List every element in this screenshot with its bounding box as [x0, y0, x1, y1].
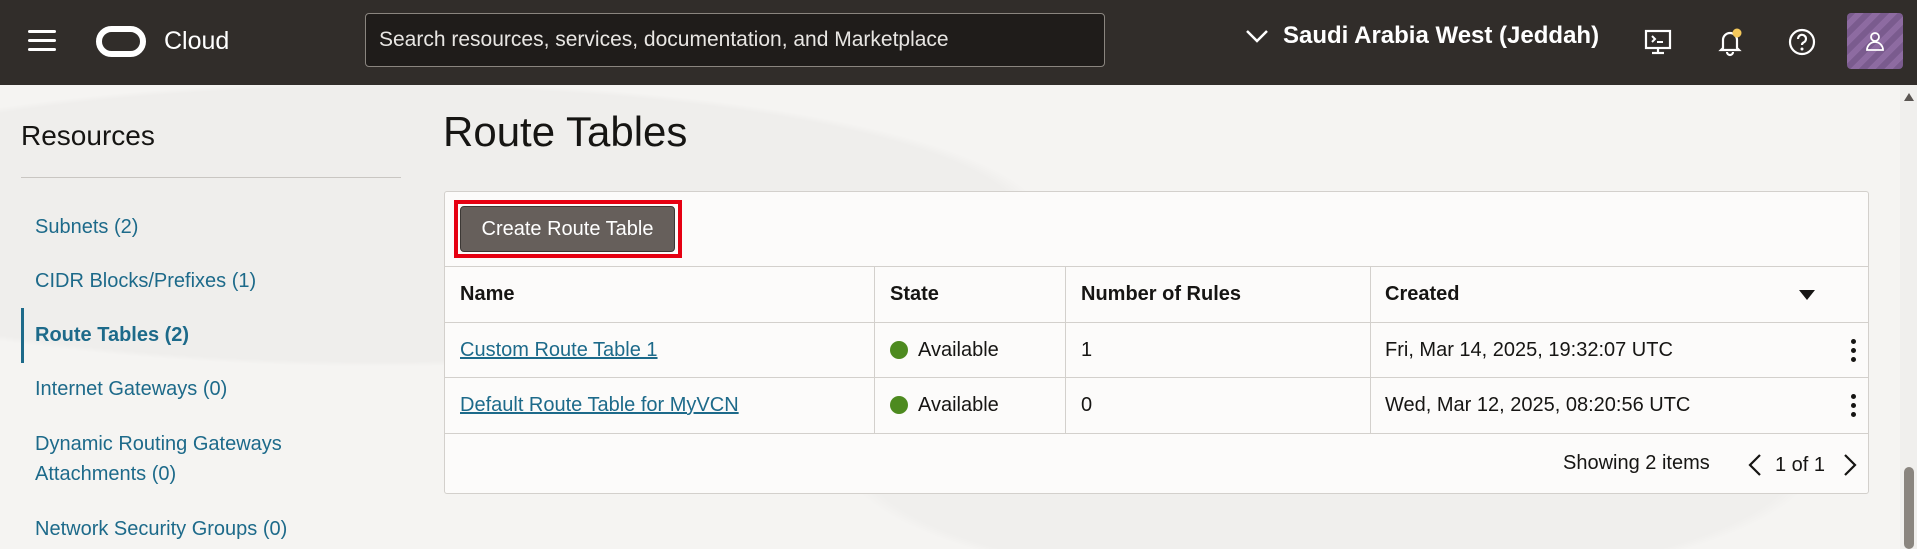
pagination-label: 1 of 1 — [1775, 454, 1826, 476]
column-divider — [1065, 378, 1066, 433]
created-date: Wed, Mar 12, 2025, 08:20:56 UTC — [1385, 394, 1691, 416]
active-indicator — [21, 308, 24, 363]
bell-icon[interactable] — [1714, 26, 1746, 58]
create-route-table-button[interactable]: Create Route Table — [460, 206, 675, 252]
available-status-icon — [890, 396, 908, 414]
avatar[interactable] — [1847, 13, 1903, 69]
cloud-shell-icon[interactable] — [1642, 26, 1674, 58]
sidebar-item-network-security-groups[interactable]: Network Security Groups (0) — [35, 514, 287, 544]
actions-menu-icon[interactable] — [1848, 394, 1858, 418]
top-navigation-bar: Cloud Saudi Arabia West (Jeddah) — [0, 0, 1917, 85]
column-divider — [874, 378, 875, 433]
sidebar-item-drg-attachments[interactable]: Dynamic Routing Gateways — [35, 429, 282, 459]
search-input[interactable] — [365, 13, 1105, 67]
sidebar-item-internet-gateways[interactable]: Internet Gateways (0) — [35, 374, 227, 404]
divider — [21, 177, 401, 178]
column-header-name[interactable]: Name — [460, 267, 514, 322]
region-selector[interactable]: Saudi Arabia West (Jeddah) — [1245, 22, 1599, 50]
chevron-right-icon[interactable] — [1837, 452, 1861, 478]
table-header-row: Name State Number of Rules Created — [445, 266, 1868, 322]
rules-count: 0 — [1081, 394, 1093, 416]
column-header-created[interactable]: Created — [1385, 267, 1459, 322]
item-count: Showing 2 items — [1563, 452, 1710, 474]
actions-menu-icon[interactable] — [1848, 339, 1858, 363]
brand-name[interactable]: Cloud — [164, 27, 229, 56]
scroll-up-icon[interactable] — [1904, 93, 1914, 101]
route-table-name-link[interactable]: Default Route Table for MyVCN — [460, 378, 739, 433]
route-table-name-link[interactable]: Custom Route Table 1 — [460, 323, 658, 378]
chevron-down-icon — [1246, 30, 1268, 43]
column-divider — [1065, 267, 1066, 322]
user-icon — [1866, 32, 1884, 51]
column-divider — [1065, 323, 1066, 378]
table-row: Default Route Table for MyVCN Available … — [445, 377, 1868, 433]
oracle-logo-icon[interactable] — [96, 26, 146, 57]
table-footer: Showing 2 items 1 of 1 — [445, 433, 1868, 493]
resources-heading: Resources — [21, 120, 155, 151]
available-status-icon — [890, 341, 908, 359]
page-title: Route Tables — [443, 108, 688, 155]
column-header-rules[interactable]: Number of Rules — [1081, 267, 1241, 322]
column-header-state[interactable]: State — [890, 267, 939, 322]
table-row: Custom Route Table 1 Available 1 Fri, Ma… — [445, 322, 1868, 378]
sidebar-item-drg-attachments-line2[interactable]: Attachments (0) — [35, 459, 176, 489]
region-label: Saudi Arabia West (Jeddah) — [1283, 22, 1600, 49]
created-date: Fri, Mar 14, 2025, 19:32:07 UTC — [1385, 339, 1673, 361]
state-label: Available — [918, 394, 999, 416]
state-label: Available — [918, 339, 999, 361]
column-divider — [1370, 378, 1371, 433]
help-icon[interactable] — [1786, 26, 1818, 58]
column-divider — [874, 323, 875, 378]
sidebar-item-subnets[interactable]: Subnets (2) — [35, 212, 138, 242]
column-divider — [1370, 323, 1371, 378]
chevron-left-icon[interactable] — [1744, 452, 1768, 478]
scroll-thumb[interactable] — [1904, 467, 1914, 549]
state-cell: Available — [890, 323, 999, 378]
sidebar-item-route-tables[interactable]: Route Tables (2) — [35, 320, 189, 350]
sort-desc-icon[interactable] — [1798, 289, 1816, 301]
sidebar-item-cidr-blocks[interactable]: CIDR Blocks/Prefixes (1) — [35, 266, 256, 296]
state-cell: Available — [890, 378, 999, 433]
scrollbar[interactable] — [1900, 85, 1917, 549]
menu-icon[interactable] — [28, 30, 56, 52]
rules-count: 1 — [1081, 339, 1093, 361]
column-divider — [1370, 267, 1371, 322]
column-divider — [874, 267, 875, 322]
